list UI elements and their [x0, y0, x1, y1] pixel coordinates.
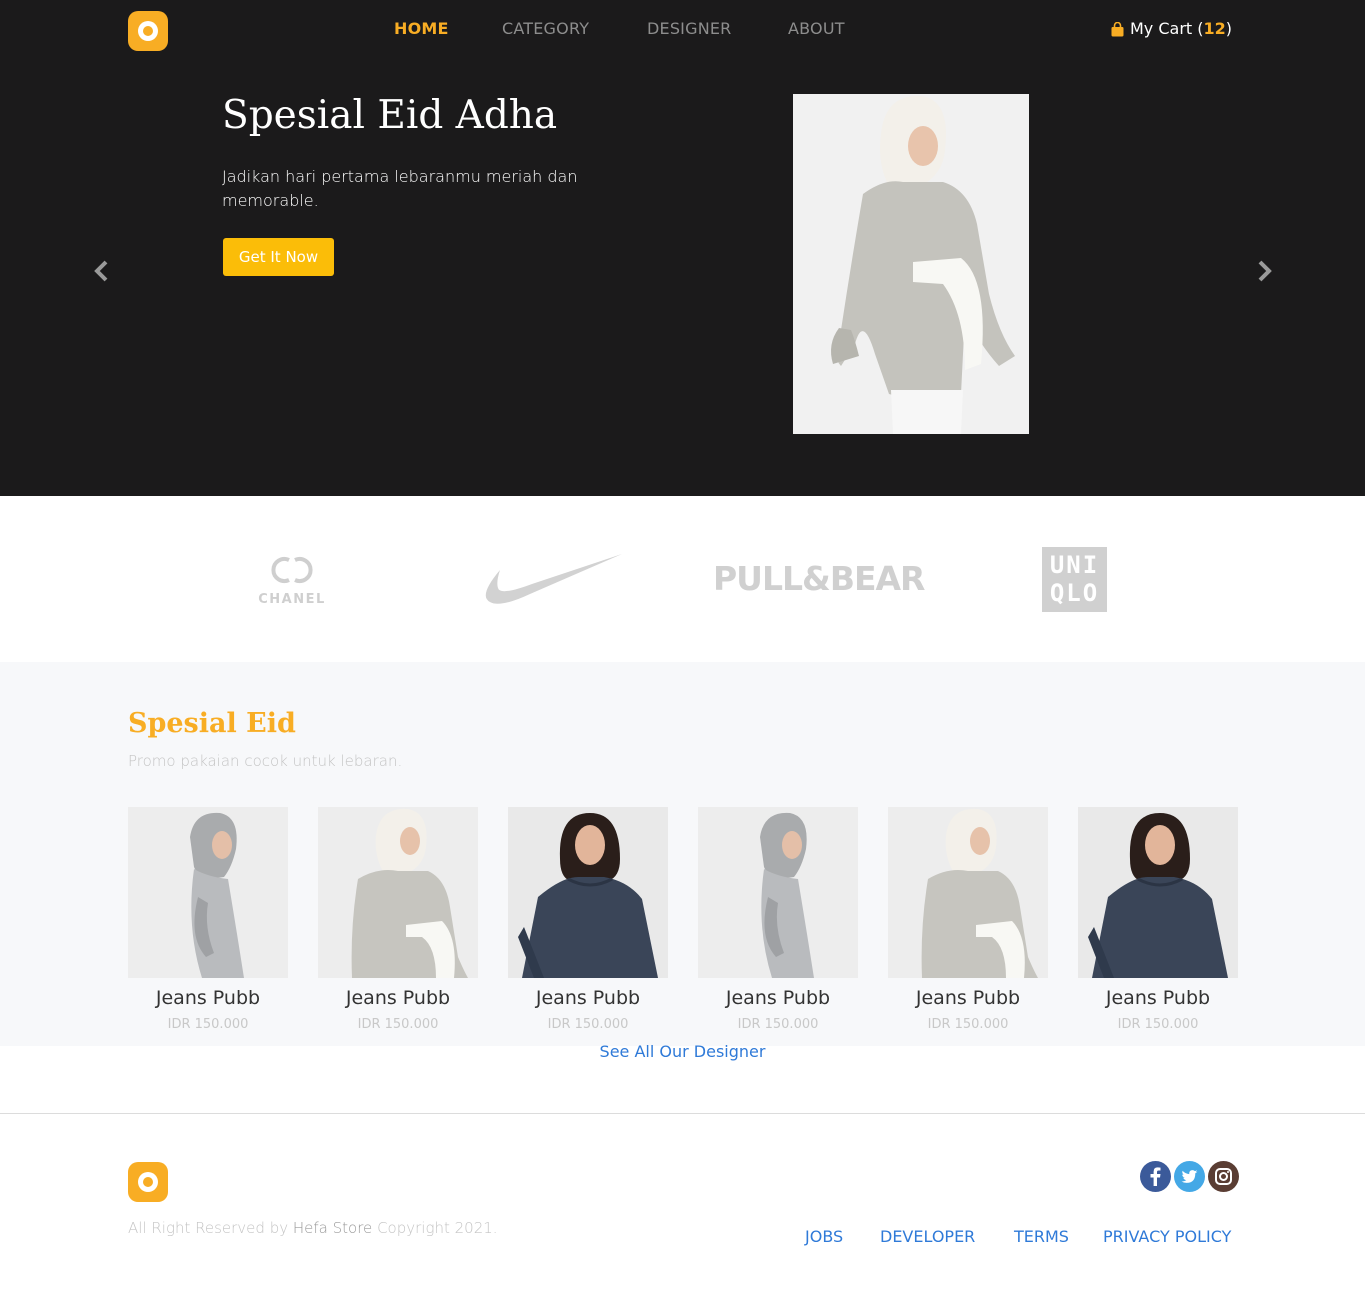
product-name[interactable]: Jeans Pubb — [318, 987, 478, 1009]
uniqlo-logo[interactable]: UNI QLO — [1042, 547, 1107, 612]
section-subtitle: Promo pakaian cocok untuk lebaran. — [128, 752, 403, 770]
chanel-wordmark: CHANEL — [258, 592, 326, 607]
product-price: IDR 150.000 — [167, 1017, 249, 1032]
copyright-text: All Right Reserved by Hefa Store Copyrig… — [128, 1219, 498, 1237]
facebook-link[interactable] — [1140, 1161, 1171, 1192]
product-card[interactable]: Jeans Pubb IDR 150.000 — [128, 807, 288, 1032]
get-it-now-button[interactable]: Get It Now — [223, 238, 334, 276]
nav-about[interactable]: ABOUT — [788, 19, 845, 41]
twitter-link[interactable] — [1174, 1161, 1205, 1192]
facebook-icon — [1150, 1167, 1161, 1186]
product-card[interactable]: Jeans Pubb IDR 150.000 — [1078, 807, 1238, 1032]
nav-home[interactable]: HOME — [394, 19, 449, 41]
cart-label: My Cart — [1130, 19, 1193, 38]
nav-category[interactable]: CATEGORY — [502, 19, 589, 41]
footer-divider — [0, 1113, 1365, 1114]
product-card[interactable]: Jeans Pubb IDR 150.000 — [318, 807, 478, 1032]
product-image[interactable] — [698, 807, 858, 978]
products-section: Spesial Eid Promo pakaian cocok untuk le… — [0, 662, 1365, 1046]
product-image[interactable] — [888, 807, 1048, 978]
nav-designer[interactable]: DESIGNER — [647, 19, 732, 41]
product-card[interactable]: Jeans Pubb IDR 150.000 — [508, 807, 668, 1032]
product-price: IDR 150.000 — [927, 1017, 1009, 1032]
uniqlo-line-1: UNI — [1049, 551, 1100, 579]
product-name[interactable]: Jeans Pubb — [128, 987, 288, 1009]
hero-subtitle: Jadikan hari pertama lebaranmu meriah da… — [222, 167, 578, 210]
cart-count: 12 — [1203, 19, 1226, 38]
hero-title: Spesial Eid Adha — [222, 93, 558, 138]
footer-link-privacy-policy[interactable]: PRIVACY POLICY — [1103, 1227, 1231, 1246]
carousel-prev-button[interactable] — [90, 258, 114, 284]
instagram-icon — [1215, 1168, 1232, 1185]
uniqlo-line-2: QLO — [1049, 579, 1100, 607]
copyright-prefix: All Right Reserved by — [128, 1219, 289, 1237]
chevron-right-icon — [1258, 260, 1272, 282]
product-name[interactable]: Jeans Pubb — [888, 987, 1048, 1009]
cart-link[interactable]: My Cart (12) — [1111, 19, 1232, 38]
pullbear-logo[interactable]: PULL&BEAR — [713, 559, 925, 598]
product-price: IDR 150.000 — [357, 1017, 439, 1032]
brand-logo[interactable] — [128, 11, 168, 51]
chevron-left-icon — [94, 260, 108, 282]
nike-logo[interactable] — [480, 552, 622, 610]
copyright-suffix: Copyright 2021. — [377, 1219, 498, 1237]
product-image[interactable] — [1078, 807, 1238, 978]
product-image[interactable] — [508, 807, 668, 978]
product-image[interactable] — [128, 807, 288, 978]
product-image[interactable] — [318, 807, 478, 978]
instagram-link[interactable] — [1208, 1161, 1239, 1192]
product-card[interactable]: Jeans Pubb IDR 150.000 — [698, 807, 858, 1032]
footer-link-jobs[interactable]: JOBS — [805, 1227, 843, 1246]
hero-product-image — [793, 94, 1029, 434]
product-name[interactable]: Jeans Pubb — [698, 987, 858, 1009]
see-all-designer-link[interactable]: See All Our Designer — [0, 1042, 1365, 1061]
section-title: Spesial Eid — [128, 708, 296, 739]
product-name[interactable]: Jeans Pubb — [1078, 987, 1238, 1009]
chanel-logo[interactable]: CHANEL — [255, 554, 329, 607]
nike-swoosh-icon — [485, 554, 622, 604]
product-price: IDR 150.000 — [547, 1017, 629, 1032]
chanel-cc-icon — [271, 557, 313, 583]
product-price: IDR 150.000 — [1117, 1017, 1199, 1032]
footer-link-developer[interactable]: DEVELOPER — [880, 1227, 975, 1246]
store-name: Hefa Store — [292, 1219, 373, 1237]
product-card[interactable]: Jeans Pubb IDR 150.000 — [888, 807, 1048, 1032]
footer-link-terms[interactable]: TERMS — [1014, 1227, 1069, 1246]
twitter-icon — [1181, 1170, 1198, 1183]
hero-section: HOME CATEGORY DESIGNER ABOUT My Cart (12… — [0, 0, 1365, 496]
carousel-next-button[interactable] — [1252, 258, 1276, 284]
product-name[interactable]: Jeans Pubb — [508, 987, 668, 1009]
footer-logo[interactable] — [128, 1162, 168, 1202]
shopping-bag-icon — [1111, 21, 1124, 36]
product-price: IDR 150.000 — [737, 1017, 819, 1032]
brand-logos-section: CHANEL PULL&BEAR UNI QLO — [0, 496, 1365, 662]
